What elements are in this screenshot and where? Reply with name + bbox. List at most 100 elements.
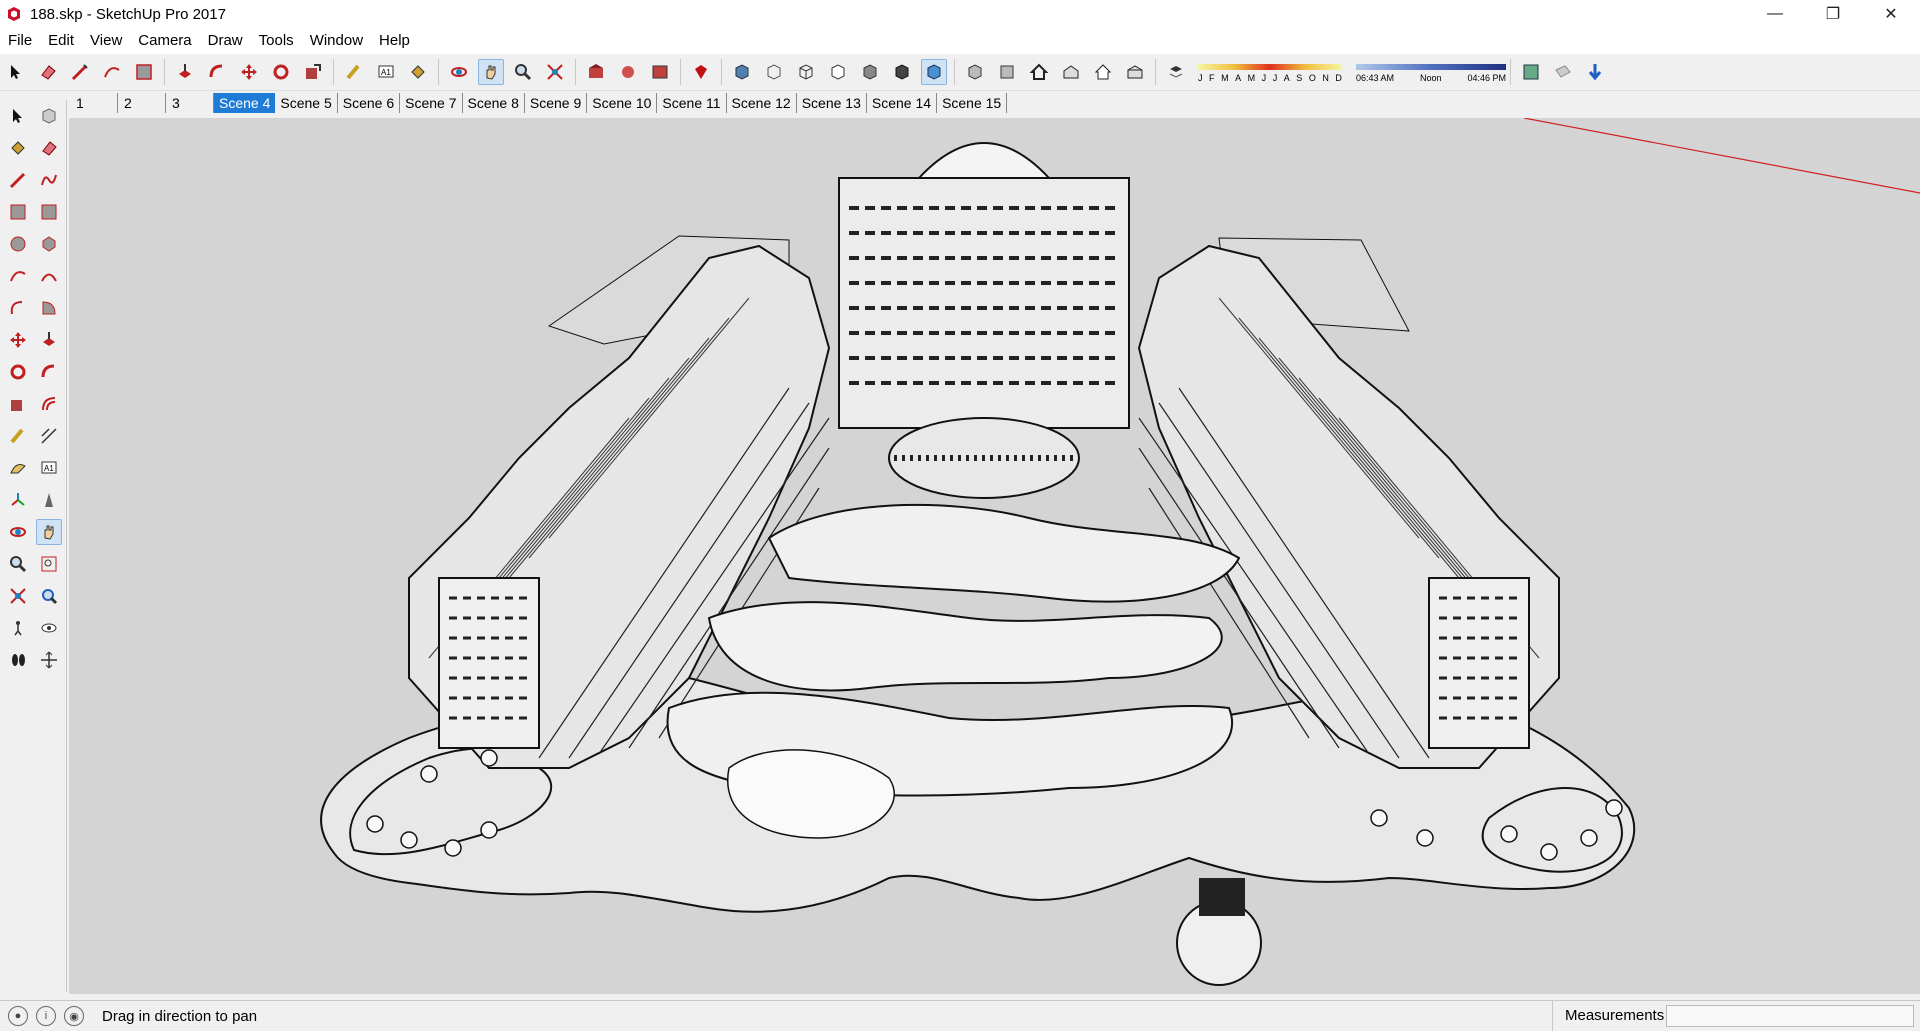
monochrome-style-icon[interactable] — [921, 59, 947, 85]
push-pull-icon[interactable] — [36, 327, 62, 353]
circle-icon[interactable] — [5, 231, 31, 257]
front-view-icon[interactable] — [1026, 59, 1052, 85]
menu-window[interactable]: Window — [302, 28, 371, 54]
tape-measure-tool-icon[interactable] — [341, 59, 367, 85]
model-viewport[interactable] — [69, 118, 1920, 994]
freehand-icon[interactable] — [36, 167, 62, 193]
three-point-arc-icon[interactable] — [5, 295, 31, 321]
arc-icon[interactable] — [5, 263, 31, 289]
select-tool-icon[interactable] — [3, 59, 29, 85]
scene-tab[interactable]: Scene 12 — [727, 93, 797, 113]
scene-tab[interactable]: Scene 9 — [525, 93, 588, 113]
month-slider[interactable]: J F M A M J J A S O N D — [1198, 57, 1342, 87]
ruby-console-icon[interactable] — [688, 59, 714, 85]
user-account-icon[interactable]: ◉ — [64, 1006, 84, 1026]
text-tool-icon[interactable]: A1 — [373, 59, 399, 85]
zoom-extents-icon[interactable] — [5, 583, 31, 609]
offset-icon[interactable] — [36, 391, 62, 417]
menu-view[interactable]: View — [82, 28, 130, 54]
follow-me-tool-icon[interactable] — [204, 59, 230, 85]
scene-tab[interactable]: 3 — [166, 93, 214, 113]
scene-tab[interactable]: Scene 8 — [463, 93, 525, 113]
axes-icon[interactable] — [5, 487, 31, 513]
orbit-icon[interactable] — [5, 519, 31, 545]
share-model-icon[interactable] — [615, 59, 641, 85]
scene-tab[interactable]: Scene 13 — [797, 93, 867, 113]
zoom-icon[interactable] — [5, 551, 31, 577]
dimension-icon[interactable] — [36, 423, 62, 449]
text-icon[interactable]: A1 — [36, 455, 62, 481]
move-icon[interactable] — [5, 327, 31, 353]
polygon-icon[interactable] — [36, 231, 62, 257]
back-edges-style-icon[interactable] — [761, 59, 787, 85]
section-plane-icon[interactable] — [36, 647, 62, 673]
scene-tab[interactable]: Scene 7 — [400, 93, 463, 113]
move-tool-icon[interactable] — [236, 59, 262, 85]
menu-help[interactable]: Help — [371, 28, 418, 54]
pie-icon[interactable] — [36, 295, 62, 321]
follow-me-icon[interactable] — [36, 359, 62, 385]
warehouse-icon[interactable] — [583, 59, 609, 85]
scene-tab[interactable]: Scene 10 — [587, 93, 658, 113]
hidden-line-style-icon[interactable] — [825, 59, 851, 85]
menu-camera[interactable]: Camera — [130, 28, 199, 54]
rectangle-tool-icon[interactable] — [131, 59, 157, 85]
select-tool-icon[interactable] — [5, 103, 31, 129]
wireframe-style-icon[interactable] — [793, 59, 819, 85]
scene-tab[interactable]: 1 — [70, 93, 118, 113]
scene-tab[interactable]: Scene 14 — [867, 93, 938, 113]
paint-bucket-tool-icon[interactable] — [405, 59, 431, 85]
zoom-window-icon[interactable] — [36, 551, 62, 577]
push-pull-tool-icon[interactable] — [172, 59, 198, 85]
two-point-arc-icon[interactable] — [36, 263, 62, 289]
top-view-icon[interactable] — [994, 59, 1020, 85]
scene-tab-active[interactable]: Scene 4 — [214, 93, 276, 113]
line-tool-icon[interactable] — [67, 59, 93, 85]
left-view-icon[interactable] — [1122, 59, 1148, 85]
menu-file[interactable]: File — [0, 28, 40, 54]
3d-text-icon[interactable] — [36, 487, 62, 513]
geo-location-icon[interactable] — [1518, 59, 1544, 85]
rectangle-icon[interactable] — [5, 199, 31, 225]
rotated-rectangle-icon[interactable] — [36, 199, 62, 225]
right-view-icon[interactable] — [1058, 59, 1084, 85]
time-slider[interactable]: 06:43 AM Noon 04:46 PM — [1356, 57, 1506, 87]
scale-icon[interactable] — [5, 391, 31, 417]
zoom-tool-icon[interactable] — [510, 59, 536, 85]
photo-textures-icon[interactable] — [1550, 59, 1576, 85]
restore-button[interactable]: ❐ — [1804, 0, 1862, 28]
scale-tool-icon[interactable] — [300, 59, 326, 85]
zoom-extents-tool-icon[interactable] — [542, 59, 568, 85]
close-button[interactable]: ✕ — [1862, 0, 1920, 28]
previous-view-icon[interactable] — [36, 583, 62, 609]
scene-tab[interactable]: Scene 11 — [657, 93, 727, 113]
rotate-icon[interactable] — [5, 359, 31, 385]
look-around-icon[interactable] — [36, 615, 62, 641]
paint-bucket-icon[interactable] — [5, 135, 31, 161]
xray-style-icon[interactable] — [729, 59, 755, 85]
protractor-icon[interactable] — [5, 455, 31, 481]
pan-tool-icon[interactable] — [478, 59, 504, 85]
walk-icon[interactable] — [5, 647, 31, 673]
credits-info-icon[interactable]: i — [36, 1006, 56, 1026]
arc-tool-icon[interactable] — [99, 59, 125, 85]
eraser-icon[interactable] — [36, 135, 62, 161]
tape-measure-icon[interactable] — [5, 423, 31, 449]
line-icon[interactable] — [5, 167, 31, 193]
pan-icon[interactable] — [36, 519, 62, 545]
extension-warehouse-icon[interactable] — [647, 59, 673, 85]
make-component-icon[interactable] — [36, 103, 62, 129]
menu-draw[interactable]: Draw — [200, 28, 251, 54]
add-location-icon[interactable] — [1582, 59, 1608, 85]
minimize-button[interactable]: — — [1746, 0, 1804, 28]
shaded-style-icon[interactable] — [857, 59, 883, 85]
scene-tab[interactable]: Scene 6 — [338, 93, 401, 113]
back-view-icon[interactable] — [1090, 59, 1116, 85]
shaded-textures-style-icon[interactable] — [889, 59, 915, 85]
eraser-tool-icon[interactable] — [35, 59, 61, 85]
iso-view-icon[interactable] — [962, 59, 988, 85]
scene-tab[interactable]: Scene 5 — [275, 93, 338, 113]
scene-tab[interactable]: 2 — [118, 93, 166, 113]
shadows-toggle-icon[interactable] — [1163, 59, 1189, 85]
menu-tools[interactable]: Tools — [251, 28, 302, 54]
